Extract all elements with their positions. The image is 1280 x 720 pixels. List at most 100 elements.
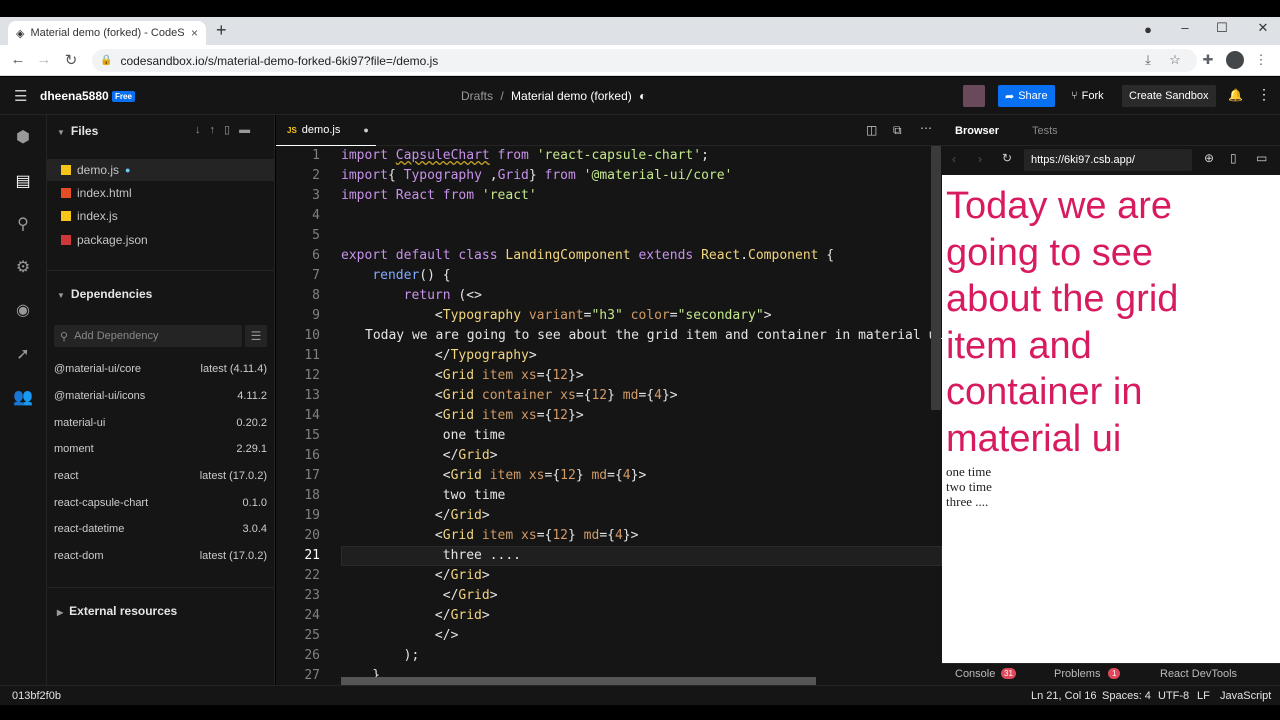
dependency-version: latest (17.0.2): [199, 550, 267, 562]
code-line: </Grid>: [341, 608, 490, 623]
breadcrumb-parent[interactable]: Drafts: [461, 89, 493, 103]
preview-new-window-icon[interactable]: ▯: [1230, 151, 1237, 165]
dependency-item[interactable]: moment 2.29.1: [54, 443, 267, 455]
preview-expand-icon[interactable]: ▭: [1256, 151, 1267, 165]
line-ending[interactable]: LF: [1197, 690, 1210, 702]
forward-icon[interactable]: →: [34, 51, 54, 68]
username[interactable]: dheena5880: [40, 89, 109, 103]
editor-horizontal-scrollbar[interactable]: [341, 677, 816, 685]
maximize-icon[interactable]: ☐: [1207, 20, 1237, 36]
settings-gear-icon[interactable]: ⚙: [13, 258, 33, 278]
heading-line: item and: [946, 324, 1092, 367]
breadcrumb-current[interactable]: Material demo (forked): [511, 89, 632, 103]
editor-vertical-scrollbar[interactable]: [931, 146, 941, 410]
reload-icon[interactable]: ↻: [61, 51, 81, 69]
breadcrumb: Drafts / Material demo (forked) ◐: [461, 89, 646, 103]
preview-window-icon[interactable]: ⧉: [893, 123, 902, 138]
chrome-menu-icon[interactable]: ⋮: [1252, 52, 1270, 68]
dependency-list-icon[interactable]: ☰: [245, 325, 267, 347]
react-devtools-tab[interactable]: React DevTools: [1160, 668, 1237, 680]
line-number: 21: [304, 548, 320, 563]
dependency-item[interactable]: react-capsule-chart 0.1.0: [54, 497, 267, 509]
new-tab-button[interactable]: +: [216, 20, 227, 40]
dependency-item[interactable]: material-ui 0.20.2: [54, 417, 267, 429]
cursor-position[interactable]: Ln 21, Col 16: [1031, 690, 1096, 702]
lock-icon: 🔒: [100, 55, 113, 66]
preview-back-icon[interactable]: ‹: [952, 152, 956, 166]
bookmark-star-icon[interactable]: ☆: [1166, 52, 1184, 68]
deploy-rocket-icon[interactable]: ➚: [13, 345, 33, 365]
js-file-icon: JS: [287, 125, 297, 135]
plan-badge: Free: [112, 91, 135, 102]
external-resources-header[interactable]: ▶ External resources: [57, 604, 177, 618]
dependency-name: react: [54, 470, 79, 482]
split-view-icon[interactable]: ◫: [866, 123, 877, 137]
add-dependency-input[interactable]: ⚲ Add Dependency: [54, 325, 242, 347]
explorer-icon[interactable]: ▤: [13, 172, 33, 192]
profile-avatar[interactable]: [1226, 51, 1244, 69]
live-users-icon[interactable]: 👥: [13, 388, 33, 408]
line-number: 24: [304, 608, 320, 623]
omnibox[interactable]: 🔒 codesandbox.io/s/material-demo-forked-…: [92, 49, 1197, 72]
share-button[interactable]: ➦ Share: [998, 85, 1055, 107]
code-line: <Grid item xs={12}>: [341, 368, 584, 383]
create-sandbox-button[interactable]: Create Sandbox: [1122, 85, 1216, 107]
dependency-item[interactable]: react-datetime 3.0.4: [54, 523, 267, 535]
problems-tab[interactable]: Problems: [1054, 668, 1100, 680]
sort-up-icon[interactable]: ↑: [210, 124, 225, 136]
editor-more-icon[interactable]: ⋯: [920, 121, 932, 135]
dependency-item[interactable]: react latest (17.0.2): [54, 470, 267, 482]
line-number: 20: [304, 528, 320, 543]
notifications-bell-icon[interactable]: 🔔: [1228, 88, 1243, 102]
unsaved-dot-icon[interactable]: ●: [363, 125, 368, 135]
file-name: demo.js: [77, 163, 120, 177]
close-window-icon[interactable]: ✕: [1248, 20, 1278, 36]
console-tab[interactable]: Console: [955, 668, 995, 680]
dependency-item[interactable]: @material-ui/core latest (4.11.4): [54, 363, 267, 375]
new-folder-icon[interactable]: ▬: [239, 124, 259, 136]
minimize-icon[interactable]: –: [1170, 20, 1200, 35]
preview-url-input[interactable]: https://6ki97.csb.app/: [1024, 149, 1192, 171]
back-icon[interactable]: ←: [8, 51, 28, 68]
external-resources-title: External resources: [69, 604, 178, 618]
preview-forward-icon[interactable]: ›: [978, 152, 982, 166]
line-number: 14: [304, 408, 320, 423]
create-sandbox-label: Create Sandbox: [1129, 90, 1209, 102]
indentation[interactable]: Spaces: 4: [1102, 690, 1151, 702]
editor-tab-demo-js[interactable]: JS demo.js ●: [276, 115, 376, 146]
menu-icon[interactable]: ☰: [14, 87, 27, 105]
code-line: export default class LandingComponent ex…: [341, 248, 835, 263]
preview-refresh-icon[interactable]: ↻: [1002, 151, 1012, 165]
window-bottom-edge: [0, 705, 1280, 720]
dependency-item[interactable]: @material-ui/icons 4.11.2: [54, 390, 267, 402]
code-editor[interactable]: 1 2 3 4 5 6 7 8 9 10 11 12 13 14 15 16 17 18 19 20 21 22 23 24 2…: [276, 146, 942, 685]
user-avatar[interactable]: [963, 85, 985, 107]
profile-dropdown-icon[interactable]: ●: [1133, 22, 1163, 37]
encoding[interactable]: UTF-8: [1158, 690, 1189, 702]
browser-tab[interactable]: ◈ Material demo (forked) - CodeSa ×: [8, 21, 206, 45]
dependency-item[interactable]: react-dom latest (17.0.2): [54, 550, 267, 562]
github-icon[interactable]: ◉: [13, 301, 33, 321]
dependencies-section-header[interactable]: ▼ Dependencies: [57, 287, 152, 301]
code-line: </>: [341, 628, 459, 643]
more-menu-icon[interactable]: ⋮: [1257, 86, 1271, 103]
extensions-icon[interactable]: ✚: [1199, 52, 1217, 68]
tab-browser[interactable]: Browser: [955, 125, 999, 137]
project-info-icon[interactable]: ⬢: [13, 128, 33, 148]
preview-responsive-icon[interactable]: ⊕: [1204, 151, 1214, 165]
file-item-index-html[interactable]: index.html: [47, 182, 275, 204]
search-icon[interactable]: ⚲: [13, 215, 33, 235]
file-item-package-json[interactable]: package.json: [47, 229, 275, 251]
files-section-header[interactable]: ▼ Files: [57, 124, 98, 138]
fork-button[interactable]: ⑂ Fork: [1064, 85, 1111, 107]
new-file-icon[interactable]: ▯: [224, 124, 239, 136]
install-icon[interactable]: ⤓: [1139, 52, 1157, 68]
language-mode[interactable]: JavaScript: [1220, 690, 1271, 702]
grid-item: two time: [946, 479, 992, 494]
tab-tests[interactable]: Tests: [1032, 125, 1058, 137]
sort-down-icon[interactable]: ↓: [195, 124, 210, 136]
file-item-demo-js[interactable]: demo.js ●: [47, 159, 275, 181]
file-item-index-js[interactable]: index.js: [47, 205, 275, 227]
file-actions: ↓↑▯▬: [195, 123, 259, 136]
close-tab-icon[interactable]: ×: [191, 26, 198, 40]
